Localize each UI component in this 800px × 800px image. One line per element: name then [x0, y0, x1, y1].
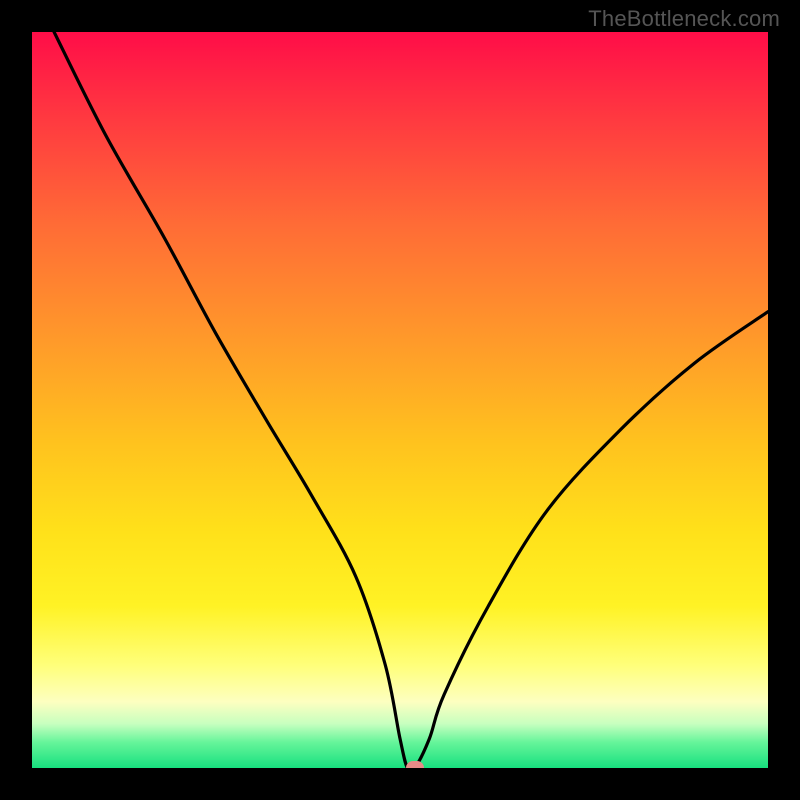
bottleneck-curve [32, 32, 768, 768]
plot-area [32, 32, 768, 768]
optimum-marker [406, 761, 424, 768]
watermark-text: TheBottleneck.com [588, 6, 780, 32]
curve-path [54, 32, 768, 768]
